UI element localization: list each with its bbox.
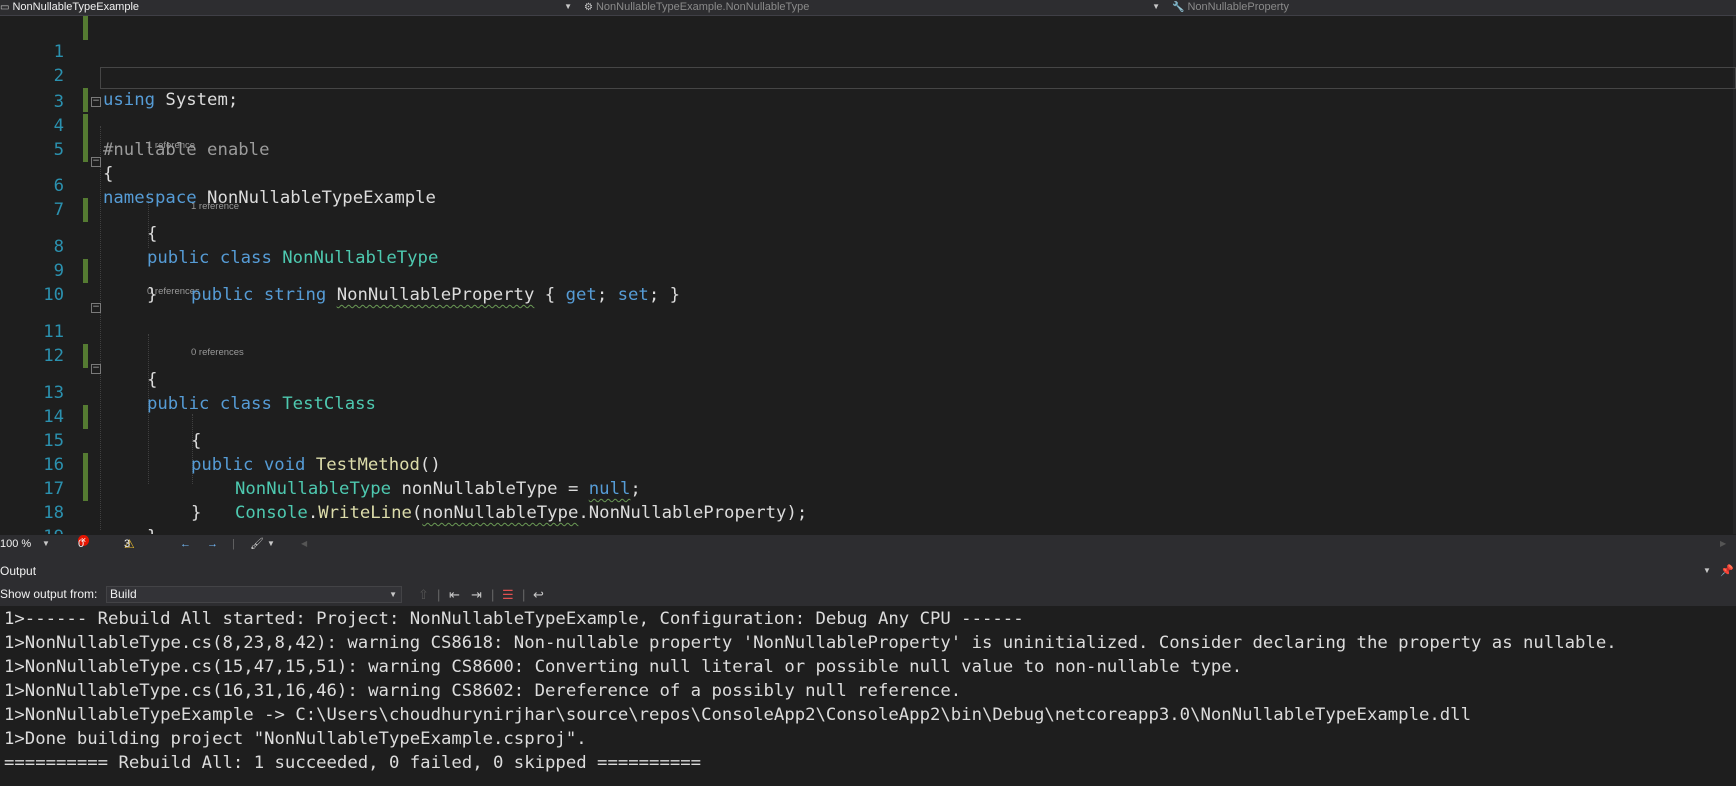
chevron-down-icon[interactable]: ▼	[1703, 559, 1711, 583]
previous-message-icon[interactable]: ⇤	[449, 583, 460, 606]
separator: |	[491, 587, 495, 602]
collapse-icon[interactable]: −	[91, 97, 101, 107]
code-line[interactable]: 17 }	[0, 453, 1736, 523]
project-icon: ▭	[0, 2, 10, 13]
brush-icon[interactable]: 🖌	[250, 535, 264, 553]
code-line[interactable]: 4 − namespace NonNullableTypeExample	[0, 90, 1736, 209]
output-line: 1>NonNullableType.cs(15,47,15,51): warni…	[4, 657, 1243, 677]
output-source-select[interactable]: Build ▼	[106, 586, 402, 603]
project-name: NonNullableTypeExample	[12, 1, 140, 13]
project-dropdown[interactable]: ▭ NonNullableTypeExample ▼	[0, 0, 578, 15]
scroll-left-icon[interactable]: ◀	[301, 535, 307, 553]
pin-icon[interactable]: 📌	[1720, 559, 1734, 583]
code-line[interactable]: 2	[0, 40, 1736, 112]
code-line[interactable]: 8 public string NonNullableProperty { ge…	[0, 211, 1736, 305]
output-line: ========== Rebuild All: 1 succeeded, 0 f…	[4, 753, 702, 773]
output-line: 1>------ Rebuild All started: Project: N…	[4, 609, 1024, 629]
wrench-icon: 🔧	[1172, 2, 1185, 13]
member-dropdown[interactable]: 🔧 NonNullableProperty	[1172, 0, 1732, 15]
collapse-icon[interactable]: −	[91, 157, 101, 167]
word-wrap-icon[interactable]: ↩	[533, 583, 544, 606]
navigation-bar: ▭ NonNullableTypeExample ▼ ⚙ NonNullableTy…	[0, 0, 1736, 16]
code-line[interactable]: 1 using System;	[0, 16, 1736, 110]
chevron-down-icon: ▼	[1152, 2, 1160, 11]
find-message-icon[interactable]: ⇧	[418, 583, 429, 606]
chevron-down-icon: ▼	[564, 2, 572, 11]
output-toolbar: Show output from: Build ▼ ⇧ | ⇤ ⇥ | ☰ | …	[0, 583, 1736, 606]
clear-all-icon[interactable]: ☰	[502, 583, 514, 606]
navigate-forward-icon[interactable]: →	[207, 535, 218, 553]
output-text[interactable]: 1>------ Rebuild All started: Project: N…	[0, 607, 1736, 786]
code-editor[interactable]: 1 reference 1 reference 0 references 0 r…	[0, 16, 1736, 534]
change-marker	[83, 16, 88, 40]
separator: |	[232, 538, 235, 550]
code-line[interactable]: 13 − public void TestMethod()	[0, 357, 1736, 476]
code-line[interactable]: 15 NonNullableType nonNullableType = nul…	[0, 405, 1736, 499]
chevron-down-icon[interactable]: ▼	[42, 535, 50, 553]
code-line[interactable]: 5 {	[0, 114, 1736, 184]
show-output-label: Show output from:	[0, 587, 98, 601]
code-line[interactable]: 14 {	[0, 381, 1736, 451]
code-line[interactable]: 18 }	[0, 477, 1736, 534]
code-line[interactable]: 12 {	[0, 320, 1736, 390]
navigate-back-icon[interactable]: ←	[180, 535, 191, 553]
code-text: }	[147, 525, 157, 534]
output-line: 1>NonNullableType.cs(16,31,16,46): warni…	[4, 681, 962, 701]
chevron-down-icon[interactable]: ▼	[267, 535, 275, 553]
type-dropdown[interactable]: ⚙ NonNullableTypeExample.NonNullableType …	[584, 0, 1166, 15]
output-source-value: Build	[110, 587, 137, 601]
separator: |	[437, 587, 441, 602]
collapse-icon[interactable]: −	[91, 364, 101, 374]
output-line: 1>NonNullableType.cs(8,23,8,42): warning…	[4, 633, 1617, 653]
collapse-icon[interactable]: −	[91, 303, 101, 313]
code-line[interactable]: 11 − public class TestClass	[0, 296, 1736, 415]
output-title: Output	[0, 564, 37, 578]
code-line[interactable]: 6 − public class NonNullableType	[0, 150, 1736, 269]
zoom-level[interactable]: 100 %	[0, 535, 31, 553]
code-line[interactable]: 10	[0, 259, 1736, 305]
output-line: 1>Done building project "NonNullableType…	[4, 729, 587, 749]
class-icon: ⚙	[584, 2, 593, 13]
code-line[interactable]: 19 }	[0, 501, 1736, 534]
member-name: NonNullableProperty	[1187, 1, 1289, 13]
code-line[interactable]: 9 }	[0, 235, 1736, 305]
separator: |	[522, 587, 526, 602]
line-number: 19	[0, 525, 64, 534]
chevron-down-icon: ▼	[389, 590, 397, 599]
next-message-icon[interactable]: ⇥	[471, 583, 482, 606]
type-name: NonNullableTypeExample.NonNullableType	[595, 1, 810, 13]
code-line[interactable]: 3 #nullable enable	[0, 66, 1736, 160]
output-line: 1>NonNullableTypeExample -> C:\Users\cho…	[4, 705, 1471, 725]
code-line[interactable]: 16 Console.WriteLine(nonNullableType.Non…	[0, 429, 1736, 523]
code-line[interactable]: 7 {	[0, 174, 1736, 244]
scroll-right-icon[interactable]: ▶	[1720, 535, 1726, 553]
editor-status-strip: 100 % ▼ × 0 ⚠ 3 ← → | 🖌 ▼ ◀ ▶	[0, 535, 1736, 553]
output-panel-header: Output ▼ 📌	[0, 559, 1736, 583]
